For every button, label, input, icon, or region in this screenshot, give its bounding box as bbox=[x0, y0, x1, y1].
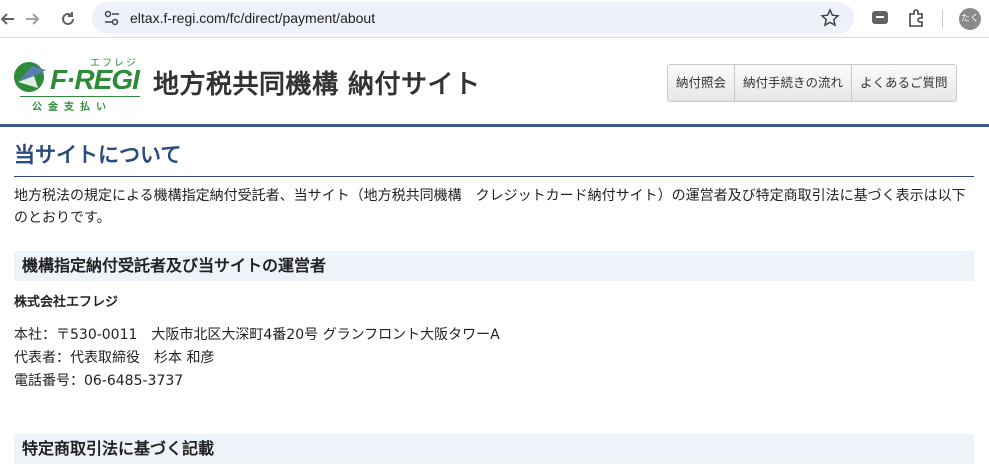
header-rule bbox=[0, 124, 989, 127]
site-header: エフレジ F·REGI 公金支払い 地方税共同機構 納付サイト 納付照会 納付手… bbox=[0, 42, 989, 126]
back-icon[interactable] bbox=[0, 7, 20, 31]
site-settings-icon[interactable] bbox=[102, 8, 122, 28]
toolbar-separator bbox=[942, 10, 943, 28]
section-heading-commercial-law: 特定商取引法に基づく記載 bbox=[14, 434, 974, 464]
company-phone: 電話番号：06-6485-3737 bbox=[14, 373, 184, 389]
chat-extension-icon[interactable] bbox=[870, 8, 890, 28]
bookmark-star-icon[interactable] bbox=[820, 8, 840, 28]
company-representative: 代表者：代表取締役 杉本 和彦 bbox=[14, 350, 215, 366]
logo-emblem-icon bbox=[14, 62, 46, 92]
forward-icon[interactable] bbox=[20, 7, 44, 31]
company-details: 本社：〒530-0011 大阪市北区大深町4番20号 グランフロント大阪タワーA… bbox=[14, 324, 974, 393]
page-title: 当サイトについて bbox=[14, 140, 974, 177]
section-heading-operator: 機構指定納付受託者及び当サイトの運営者 bbox=[14, 251, 974, 281]
address-bar[interactable]: eltax.f-regi.com/fc/direct/payment/about bbox=[92, 2, 854, 34]
nav-faq[interactable]: よくあるご質問 bbox=[852, 65, 956, 101]
f-regi-logo[interactable]: エフレジ F·REGI 公金支払い bbox=[12, 54, 142, 114]
company-address: 本社：〒530-0011 大阪市北区大深町4番20号 グランフロント大阪タワーA bbox=[14, 327, 500, 343]
site-title: 地方税共同機構 納付サイト bbox=[153, 70, 481, 100]
main-content: 当サイトについて 地方税法の規定による機構指定納付受託者、当サイト（地方税共同機… bbox=[14, 140, 974, 464]
logo-wordmark: F·REGI bbox=[50, 64, 140, 95]
logo-divider bbox=[20, 96, 140, 97]
header-nav: 納付照会 納付手続きの流れ よくあるご質問 bbox=[667, 64, 957, 102]
intro-text: 地方税法の規定による機構指定納付受託者、当サイト（地方税共同機構 クレジットカー… bbox=[14, 188, 966, 226]
logo-subtitle: 公金支払い bbox=[32, 102, 112, 113]
browser-toolbar: eltax.f-regi.com/fc/direct/payment/about… bbox=[0, 0, 989, 38]
reload-icon[interactable] bbox=[56, 7, 80, 31]
profile-avatar[interactable]: たく bbox=[959, 8, 981, 30]
company-name: 株式会社エフレジ bbox=[14, 295, 119, 310]
nav-payment-flow[interactable]: 納付手続きの流れ bbox=[735, 65, 853, 101]
nav-payment-inquiry[interactable]: 納付照会 bbox=[668, 65, 736, 101]
extensions-puzzle-icon[interactable] bbox=[906, 8, 926, 28]
url-text[interactable]: eltax.f-regi.com/fc/direct/payment/about bbox=[130, 10, 375, 26]
